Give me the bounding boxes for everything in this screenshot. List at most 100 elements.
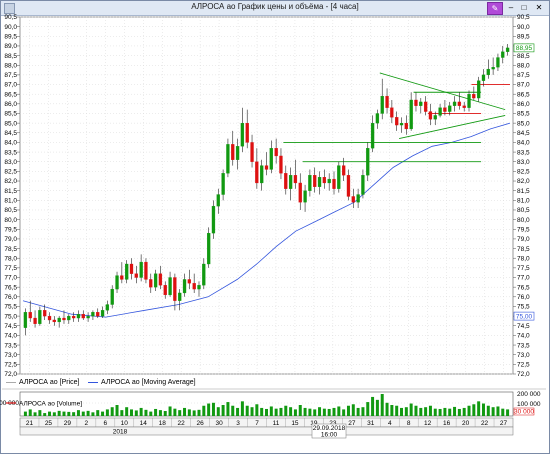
- candle-body-up: [337, 165, 341, 189]
- price-tick-right: 76,5: [517, 284, 530, 291]
- volume-bar: [342, 409, 346, 416]
- legend-ma: АЛРОСА ао [Moving Average]: [88, 378, 196, 388]
- candle-body-down: [33, 317, 37, 324]
- candle-body-down: [414, 99, 418, 106]
- candle-body-down: [351, 196, 355, 203]
- volume-bar: [72, 412, 76, 416]
- candle-body-down: [187, 279, 191, 284]
- candle-body-down: [134, 273, 138, 278]
- volume-bar: [351, 404, 355, 416]
- price-tick-right: 86,5: [517, 91, 530, 98]
- price-tick-right: 88,0: [517, 62, 530, 69]
- candle-body-up: [448, 105, 452, 112]
- price-tick-left: 73,5: [4, 342, 17, 349]
- price-tick-right: 75,5: [517, 304, 530, 311]
- volume-bar: [501, 408, 505, 416]
- candle-body-up: [481, 74, 486, 81]
- volume-bar: [211, 402, 215, 416]
- price-volume-chart[interactable]: 72,0 72,072,5 72,573,0 73,073,5 73,574,0 74,0…: [0, 0, 550, 454]
- candle-body-up: [303, 190, 307, 203]
- candle-body-down: [342, 165, 346, 176]
- volume-bar: [173, 408, 177, 416]
- volume-bar: [308, 408, 312, 416]
- volume-bar: [356, 407, 360, 416]
- price-tick-left: 75,0: [4, 313, 17, 320]
- candle-body-up: [221, 173, 225, 195]
- candle-body-down: [264, 165, 269, 170]
- candle-body-down: [322, 177, 327, 184]
- volume-bar: [110, 407, 114, 416]
- candle-body-up: [110, 288, 114, 305]
- candle-body-down: [298, 182, 302, 203]
- price-tick-left: 74,5: [4, 323, 17, 330]
- candle-body-up: [308, 175, 312, 191]
- volume-bar: [346, 405, 350, 416]
- candle-body-down: [346, 175, 351, 197]
- volume-bar: [197, 409, 201, 416]
- price-tick-right: 88,5: [517, 53, 530, 60]
- x-axis-tick-label: 25: [45, 420, 53, 427]
- candle-body-down: [144, 261, 148, 280]
- volume-bar: [428, 405, 432, 416]
- volume-bar: [28, 409, 32, 416]
- candle-body-up: [438, 107, 442, 116]
- price-tick-right: 89,5: [517, 33, 530, 40]
- price-tick-left: 89,5: [4, 33, 17, 40]
- legend-price: АЛРОСА ао [Price]: [6, 378, 79, 388]
- volume-bar: [255, 404, 259, 416]
- candle-body-up: [370, 122, 375, 149]
- volume-bar: [462, 407, 466, 416]
- volume-bar: [149, 411, 153, 416]
- price-tick-left: 87,5: [4, 72, 17, 79]
- volume-bar: [303, 407, 307, 416]
- candle-body-down: [293, 175, 298, 184]
- volume-bar: [385, 402, 389, 416]
- price-tick-right: 72,5: [517, 362, 530, 369]
- price-tick-left: 76,5: [4, 284, 17, 291]
- volume-bar: [467, 405, 471, 416]
- volume-bar: [23, 411, 27, 416]
- x-axis-tick-label: 30: [215, 420, 223, 427]
- volume-bar: [192, 410, 196, 416]
- price-tick-right: 84,0: [517, 140, 530, 147]
- candle-body-up: [288, 175, 293, 189]
- candle-body-down: [284, 173, 288, 189]
- volume-bar: [134, 410, 138, 416]
- candle-body-down: [52, 319, 56, 323]
- price-tick-left: 78,0: [4, 255, 17, 262]
- candle-body-down: [428, 111, 433, 120]
- volume-bar: [221, 405, 225, 416]
- volume-bar: [371, 396, 375, 416]
- price-tick-right: 84,5: [517, 130, 530, 137]
- price-tick-left: 80,0: [4, 217, 17, 224]
- candle-body-up: [409, 99, 413, 130]
- x-axis-tick-label: 27: [348, 420, 356, 427]
- volume-bar: [48, 411, 52, 416]
- price-tick-left: 90,0: [4, 24, 17, 31]
- volume-bar: [163, 411, 167, 416]
- volume-bar: [57, 410, 61, 416]
- volume-bar: [491, 407, 495, 416]
- x-axis-tick-label: 22: [178, 420, 186, 427]
- candle-body-down: [423, 101, 428, 112]
- volume-bar: [409, 403, 413, 416]
- volume-bar: [477, 401, 481, 416]
- volume-bar: [67, 411, 71, 416]
- x-axis-tick-label: 6: [104, 420, 108, 427]
- price-tick-right: 83,0: [517, 159, 530, 166]
- price-tick-right: 77,0: [517, 275, 530, 282]
- volume-bar: [322, 408, 326, 416]
- candle-body-down: [462, 105, 466, 108]
- volume-bar: [76, 410, 80, 416]
- volume-bar: [380, 394, 384, 416]
- price-tick-right: 81,5: [517, 188, 530, 195]
- candle-body-up: [269, 148, 273, 170]
- x-axis-tick-label: 15: [291, 420, 299, 427]
- volume-bar: [154, 408, 158, 416]
- price-tick-right: 78,5: [517, 246, 530, 253]
- price-tick-right: 79,0: [517, 236, 530, 243]
- volume-bar: [52, 412, 56, 416]
- volume-bar: [202, 405, 206, 416]
- legend-volume-label: АЛРОСА ао [Volume]: [19, 401, 82, 408]
- volume-bar: [453, 406, 457, 416]
